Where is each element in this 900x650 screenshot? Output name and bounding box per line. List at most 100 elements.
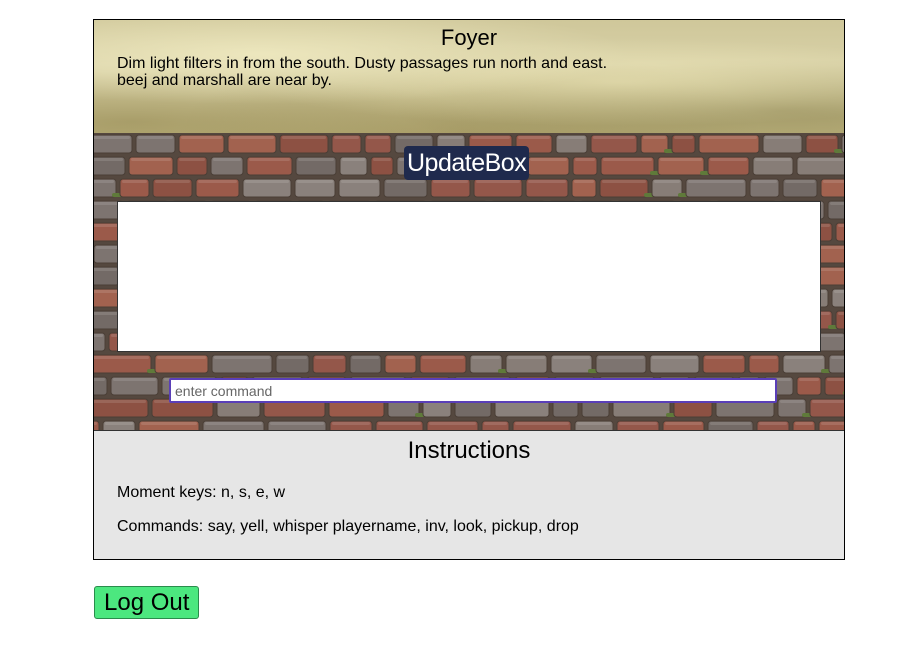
wall-brick-highlight — [181, 136, 222, 139]
wall-brick-highlight — [105, 422, 133, 425]
room-description-text: Dim light filters in from the south. Dus… — [117, 55, 608, 72]
wall-brick-highlight — [341, 180, 378, 183]
wall-brick-highlight — [429, 422, 476, 425]
wall-brick-highlight — [397, 136, 431, 139]
wall-brick-highlight — [297, 180, 333, 183]
wall-brick-highlight — [759, 422, 787, 425]
wall-brick-highlight — [558, 136, 585, 139]
wall-brick-highlight — [602, 180, 646, 183]
wall-brick-highlight — [530, 158, 567, 161]
wall-brick-highlight — [342, 158, 365, 161]
movement-keys-text: Moment keys: n, s, e, w — [117, 484, 286, 501]
wall-brick-highlight — [751, 356, 777, 359]
wall-brick-highlight — [799, 158, 844, 161]
wall-brick-highlight — [157, 356, 206, 359]
logout-button[interactable]: Log Out — [94, 586, 200, 619]
wall-brick-highlight — [654, 180, 680, 183]
wall-brick-highlight — [198, 180, 237, 183]
wall-brick-highlight — [113, 378, 156, 381]
wall-brick-highlight — [332, 422, 370, 425]
wall-brick-highlight — [830, 202, 844, 205]
wall-brick-highlight — [643, 136, 666, 139]
wall-brick-highlight — [378, 422, 421, 425]
wall-brick-highlight — [577, 422, 611, 425]
wall-brick-highlight — [334, 136, 359, 139]
wall-brick-highlight — [386, 180, 425, 183]
stone-wall-panel: UpdateBox — [94, 133, 844, 430]
wall-brick-highlight — [574, 180, 594, 183]
wall-brick-highlight — [823, 180, 844, 183]
wall-brick-highlight — [484, 422, 507, 425]
wall-brick-highlight — [245, 180, 289, 183]
wall-brick-highlight — [141, 422, 197, 425]
wall-brick-highlight — [179, 158, 205, 161]
instructions-title: Instructions — [407, 437, 531, 464]
wall-brick-highlight — [249, 158, 290, 161]
wall-brick-highlight — [94, 400, 146, 403]
wall-brick-highlight — [593, 136, 635, 139]
wall-brick-highlight — [230, 136, 274, 139]
wall-brick-highlight — [213, 158, 241, 161]
wall-brick-highlight — [387, 356, 414, 359]
wall-brick-highlight — [439, 136, 463, 139]
wall-brick-highlight — [278, 356, 307, 359]
wall-brick-highlight — [508, 356, 545, 359]
wall-brick-highlight — [701, 136, 757, 139]
wall-brick-highlight — [812, 400, 844, 403]
wall-brick-highlight — [155, 180, 190, 183]
wall-brick-highlight — [838, 224, 844, 227]
wall-brick-highlight — [367, 136, 389, 139]
wall-brick-highlight — [472, 356, 500, 359]
wall-brick-highlight — [785, 180, 815, 183]
update-box — [117, 201, 821, 352]
wall-brick-highlight — [705, 356, 743, 359]
wall-brick-highlight — [553, 356, 590, 359]
wall-brick-highlight — [575, 158, 595, 161]
wall-brick-highlight — [765, 136, 800, 139]
game-frame: Foyer Dim light filters in from the sout… — [93, 19, 845, 560]
wall-brick-highlight — [94, 356, 149, 359]
wall-brick-highlight — [652, 356, 697, 359]
wall-brick-highlight — [94, 378, 105, 381]
wall-brick-highlight — [710, 158, 747, 161]
wall-brick-highlight — [660, 158, 702, 161]
wall-brick-highlight — [603, 158, 652, 161]
wall-brick-highlight — [476, 180, 520, 183]
wall-brick-highlight — [710, 422, 751, 425]
wall-brick-highlight — [122, 180, 147, 183]
wall-brick-highlight — [619, 422, 657, 425]
wall-brick-highlight — [827, 378, 844, 381]
room-players-text: beej and marshall are near by. — [117, 72, 332, 89]
wall-brick-highlight — [94, 268, 117, 271]
wall-brick-highlight — [94, 334, 103, 337]
wall-brick-highlight — [94, 180, 114, 183]
wall-brick-highlight — [94, 422, 97, 425]
wall-brick-highlight — [94, 158, 123, 161]
wall-brick-highlight — [214, 356, 270, 359]
wall-brick-highlight — [298, 158, 334, 161]
wall-brick-highlight — [834, 290, 844, 293]
wall-brick-highlight — [674, 136, 693, 139]
wall-brick-highlight — [528, 180, 566, 183]
wall-brick-highlight — [755, 158, 791, 161]
wall-brick-highlight — [352, 356, 379, 359]
wall-brick-highlight — [780, 400, 804, 403]
wall-brick-highlight — [821, 422, 844, 425]
command-input[interactable] — [169, 378, 777, 403]
wall-brick-highlight — [799, 378, 819, 381]
wall-brick-highlight — [471, 136, 510, 139]
wall-brick-highlight — [795, 422, 813, 425]
wall-brick-highlight — [131, 158, 171, 161]
wall-brick-highlight — [518, 136, 550, 139]
wall-brick-highlight — [515, 422, 569, 425]
wall-brick-highlight — [205, 422, 262, 425]
wall-brick — [841, 134, 844, 154]
commands-text: Commands: say, yell, whisper playername,… — [117, 518, 579, 535]
wall-brick-highlight — [785, 356, 823, 359]
room-title: Foyer — [440, 25, 498, 50]
wall-brick-highlight — [94, 136, 130, 139]
wall-brick-highlight — [688, 180, 744, 183]
wall-brick-highlight — [831, 356, 844, 359]
update-box-title: UpdateBox — [404, 146, 530, 180]
wall-brick-highlight — [433, 180, 468, 183]
